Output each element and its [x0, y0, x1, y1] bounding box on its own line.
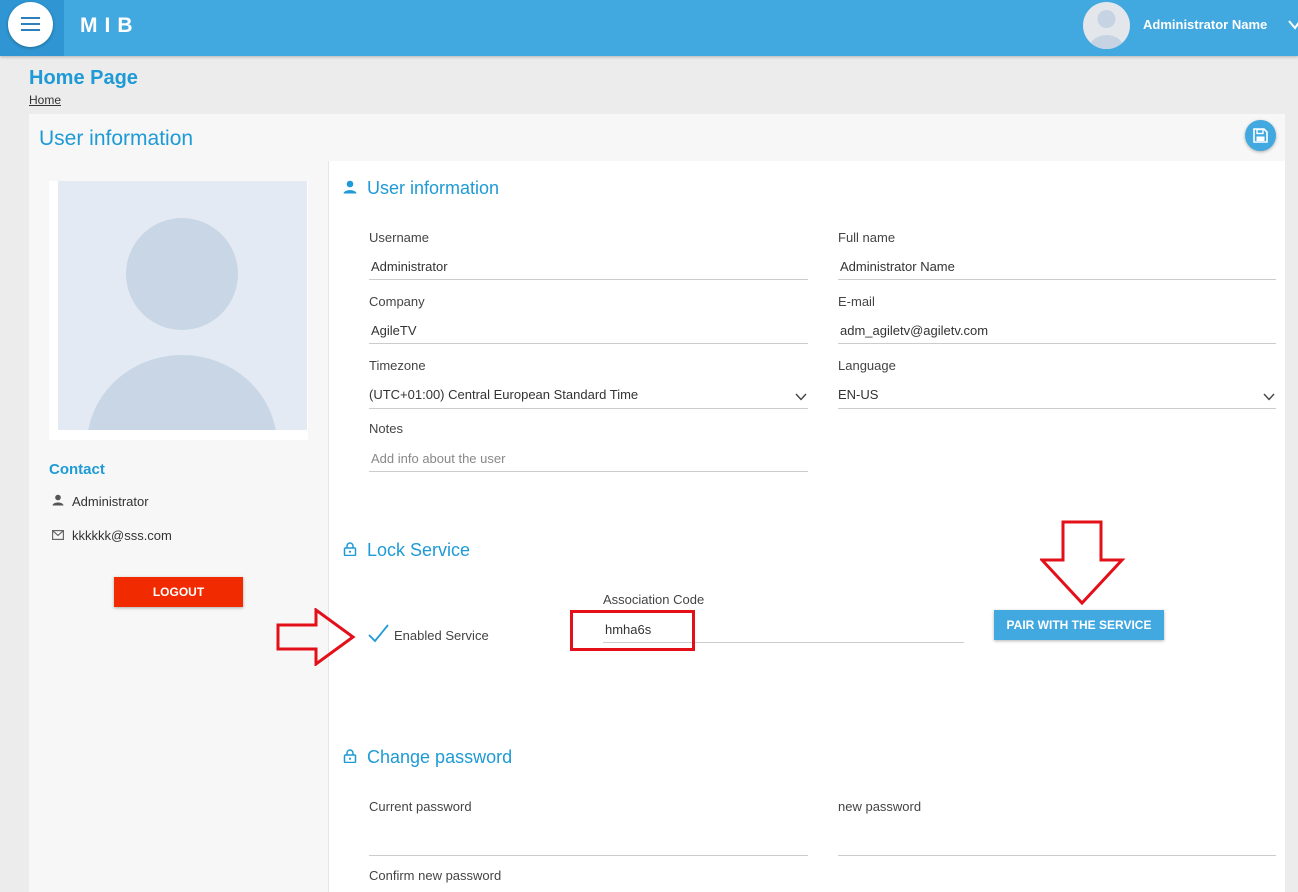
timezone-label: Timezone [369, 358, 426, 373]
enabled-service-checkbox[interactable] [368, 624, 389, 643]
timezone-select[interactable]: (UTC+01:00) Central European Standard Ti… [369, 387, 638, 402]
company-label: Company [369, 294, 425, 309]
contact-email: kkkkkk@sss.com [72, 528, 172, 543]
pair-service-button[interactable]: PAIR WITH THE SERVICE [994, 610, 1164, 640]
save-icon [1253, 128, 1268, 143]
fullname-input[interactable] [838, 254, 1276, 280]
company-input[interactable] [369, 318, 808, 344]
page-title: Home Page [29, 67, 138, 89]
association-code-label: Association Code [603, 592, 705, 607]
user-info-section-title: User information [367, 178, 500, 198]
email-label: E-mail [838, 294, 875, 309]
language-select[interactable]: EN-US [838, 387, 878, 402]
lock-service-section-title: Lock Service [367, 540, 471, 560]
confirm-password-label: Confirm new password [369, 868, 502, 883]
username-input[interactable] [369, 254, 808, 280]
current-password-label: Current password [369, 799, 472, 814]
header-user-name[interactable]: Administrator Name [1143, 17, 1267, 32]
lock-icon [343, 749, 357, 763]
annotation-arrow-down-icon [1040, 520, 1126, 606]
notes-input[interactable] [369, 446, 808, 472]
chevron-down-icon[interactable] [1288, 17, 1298, 33]
person-icon [52, 494, 64, 506]
language-label: Language [838, 358, 896, 373]
annotation-highlight-box [570, 610, 695, 651]
contact-name: Administrator [72, 494, 149, 509]
save-button[interactable] [1245, 120, 1276, 151]
breadcrumb-home[interactable]: Home [29, 93, 61, 107]
notes-label: Notes [369, 421, 403, 436]
username-label: Username [369, 230, 429, 245]
change-password-section-title: Change password [367, 747, 513, 767]
email-input[interactable] [838, 318, 1276, 344]
annotation-arrow-right-icon [276, 608, 356, 666]
avatar-placeholder-icon [88, 218, 276, 430]
new-password-label: new password [838, 799, 922, 814]
chevron-down-icon[interactable] [1263, 393, 1275, 401]
person-icon [343, 180, 357, 194]
mail-icon [52, 530, 64, 540]
user-avatar[interactable] [1083, 2, 1130, 49]
fullname-label: Full name [838, 230, 896, 245]
logout-button[interactable]: LOGOUT [114, 577, 243, 607]
profile-photo[interactable] [58, 181, 307, 430]
timezone-underline [369, 408, 808, 409]
card-header [29, 114, 1285, 161]
language-underline [838, 408, 1276, 409]
contact-title: Contact [49, 461, 105, 478]
brand-logo: MIB [80, 14, 140, 37]
new-password-input[interactable] [838, 830, 1276, 856]
avatar-icon [1089, 10, 1124, 49]
current-password-input[interactable] [369, 830, 808, 856]
menu-icon [21, 17, 40, 31]
menu-button[interactable] [8, 2, 53, 47]
lock-icon [343, 542, 357, 556]
card-title: User information [39, 127, 194, 150]
enabled-service-label[interactable]: Enabled Service [394, 628, 489, 643]
chevron-down-icon[interactable] [795, 393, 807, 401]
